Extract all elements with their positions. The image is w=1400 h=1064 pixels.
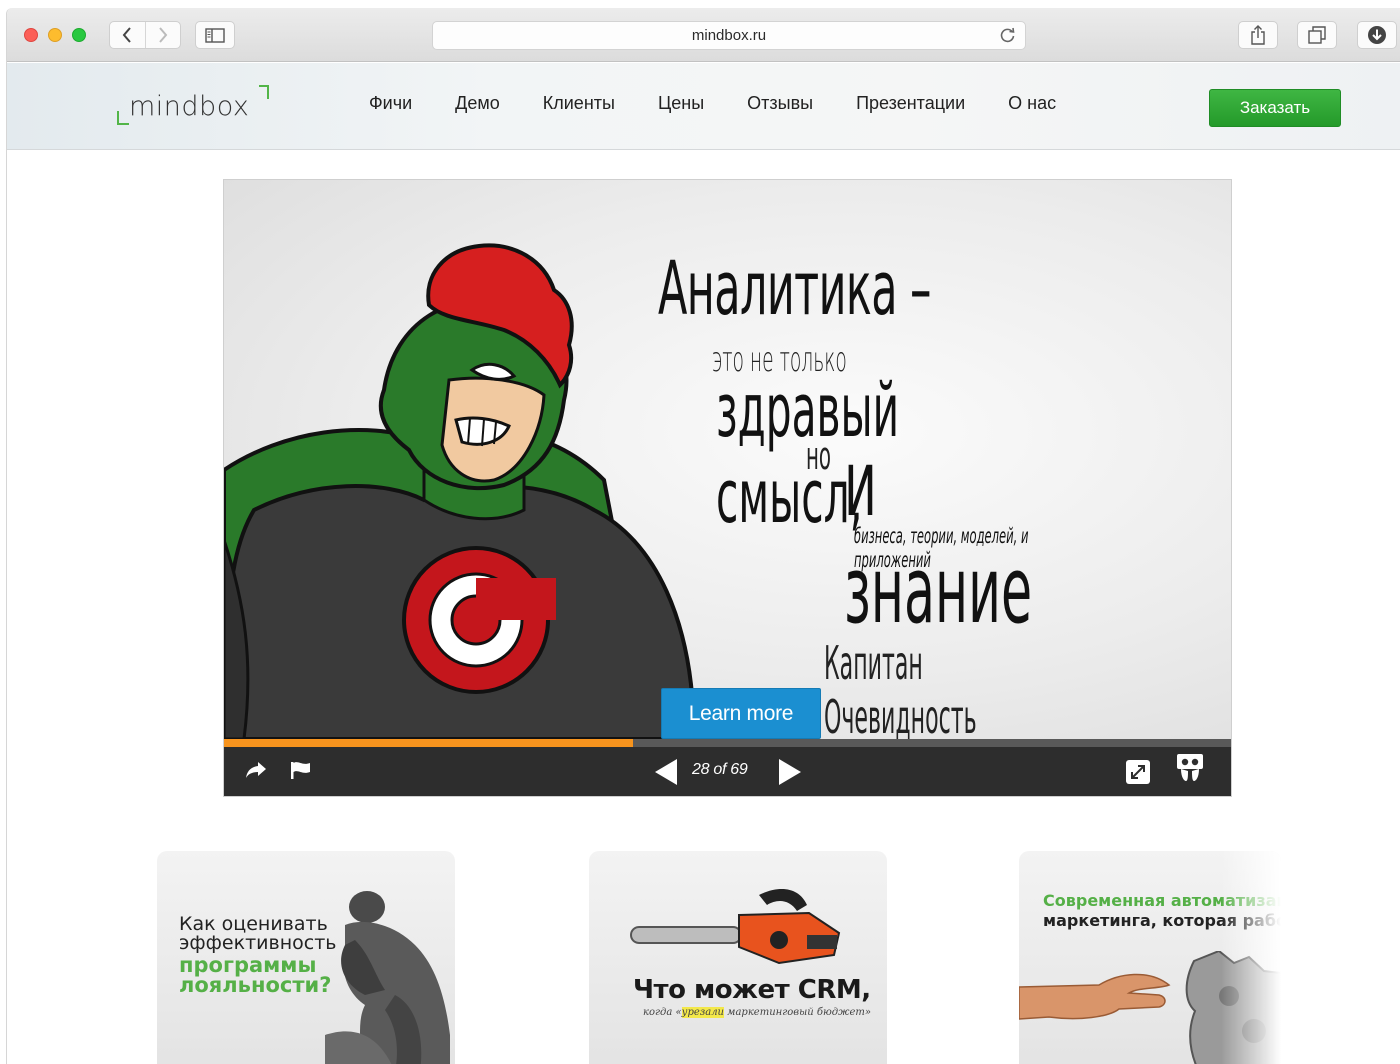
- card-fade-overlay: [1221, 851, 1281, 1064]
- flag-icon: [291, 762, 310, 779]
- presentation-card-crm[interactable]: Что может CRM, когда «урезали маркетинго…: [589, 851, 887, 1064]
- address-url: mindbox.ru: [691, 27, 767, 44]
- card-crm-subtitle-before: когда «: [643, 1007, 682, 1018]
- slide-progress-fill: [224, 739, 633, 747]
- slide-quote-line4: но: [806, 434, 832, 478]
- minimize-window-button[interactable]: [48, 28, 62, 42]
- next-slide-button[interactable]: [778, 758, 802, 786]
- nav-link-reviews[interactable]: Отзывы: [747, 93, 813, 114]
- previous-slide-button[interactable]: [654, 758, 678, 786]
- share-icon: [1251, 25, 1265, 45]
- nav-link-prices[interactable]: Цены: [658, 93, 704, 114]
- tabs-icon: [1308, 26, 1326, 44]
- logo-corner-top-right: [259, 85, 269, 99]
- slideshow-controls: 28 of 69: [224, 747, 1231, 796]
- site-header: mindbox Фичи Демо Клиенты Цены Отзывы Пр…: [7, 63, 1400, 150]
- mindbox-logo[interactable]: mindbox: [117, 85, 269, 135]
- nav-link-clients[interactable]: Клиенты: [543, 93, 615, 114]
- card-crm-subtitle: когда «урезали маркетинговый бюджет»: [643, 1007, 871, 1018]
- slideshow-player: Аналитика – это не только здравый смысл,…: [223, 179, 1232, 797]
- reload-icon: [1000, 27, 1015, 43]
- flag-slide-button[interactable]: [290, 760, 312, 780]
- chevron-left-icon: [123, 27, 132, 43]
- nav-link-features[interactable]: Фичи: [369, 93, 412, 114]
- downloads-button[interactable]: [1357, 21, 1397, 49]
- zoom-window-button[interactable]: [72, 28, 86, 42]
- nav-link-demo[interactable]: Демо: [455, 93, 500, 114]
- slideshare-logo-button[interactable]: [1176, 753, 1204, 783]
- slide-quote-author: Капитан Очевидность: [824, 636, 977, 739]
- main-nav: Фичи Демо Клиенты Цены Отзывы Презентаци…: [369, 93, 1056, 114]
- triangle-right-icon: [779, 759, 801, 785]
- slide-quote-line6: бизнеса, теории, моделей, и приложений: [854, 524, 1029, 572]
- slide-progress-bar[interactable]: [224, 739, 1231, 747]
- slide-quote-line1: Аналитика –: [658, 246, 931, 332]
- reload-button[interactable]: [999, 27, 1016, 48]
- logo-text: mindbox: [129, 91, 250, 122]
- browser-toolbar: mindbox.ru: [7, 8, 1400, 62]
- fullscreen-button[interactable]: [1126, 760, 1150, 784]
- slide-view[interactable]: Аналитика – это не только здравый смысл,…: [224, 180, 1231, 739]
- card-crm-subtitle-after: маркетинговый бюджет»: [724, 1007, 872, 1018]
- fullscreen-icon: [1126, 760, 1150, 784]
- share-button[interactable]: [1238, 21, 1278, 49]
- chevron-right-icon: [159, 27, 168, 43]
- card-crm-title: Что может CRM,: [633, 975, 871, 1005]
- close-window-button[interactable]: [24, 28, 38, 42]
- show-tabs-button[interactable]: [1297, 21, 1337, 49]
- sidebar-toggle-button[interactable]: [195, 21, 235, 49]
- logo-corner-bottom-left: [117, 111, 129, 125]
- triangle-left-icon: [655, 759, 677, 785]
- nav-link-about[interactable]: О нас: [1008, 93, 1056, 114]
- history-nav-group: [109, 21, 181, 49]
- nav-link-presentations[interactable]: Презентации: [856, 93, 965, 114]
- thinker-statue-image: [325, 891, 450, 1064]
- card-crm-subtitle-highlight: урезали: [681, 1007, 724, 1018]
- order-button[interactable]: Заказать: [1209, 89, 1341, 127]
- presentation-card-automation[interactable]: Современная автоматизац маркетинга, кото…: [1019, 851, 1281, 1064]
- back-button[interactable]: [110, 22, 145, 48]
- address-bar[interactable]: mindbox.ru: [432, 21, 1026, 50]
- download-icon: [1368, 26, 1386, 44]
- forward-button[interactable]: [144, 22, 180, 48]
- learn-more-button[interactable]: Learn more: [661, 688, 821, 739]
- presentation-card-loyalty[interactable]: Как оценивать эффективность программы ло…: [157, 851, 455, 1064]
- share-arrow-icon: [246, 762, 266, 778]
- chainsaw-image: [630, 889, 841, 965]
- browser-window: mindbox.ru mindbox Фичи Демо Клиенты Цен…: [6, 8, 1400, 1064]
- share-slide-button[interactable]: [244, 760, 268, 780]
- slideshare-icon: [1177, 754, 1203, 781]
- sidebar-icon: [205, 27, 225, 43]
- slide-counter: 28 of 69: [692, 761, 748, 778]
